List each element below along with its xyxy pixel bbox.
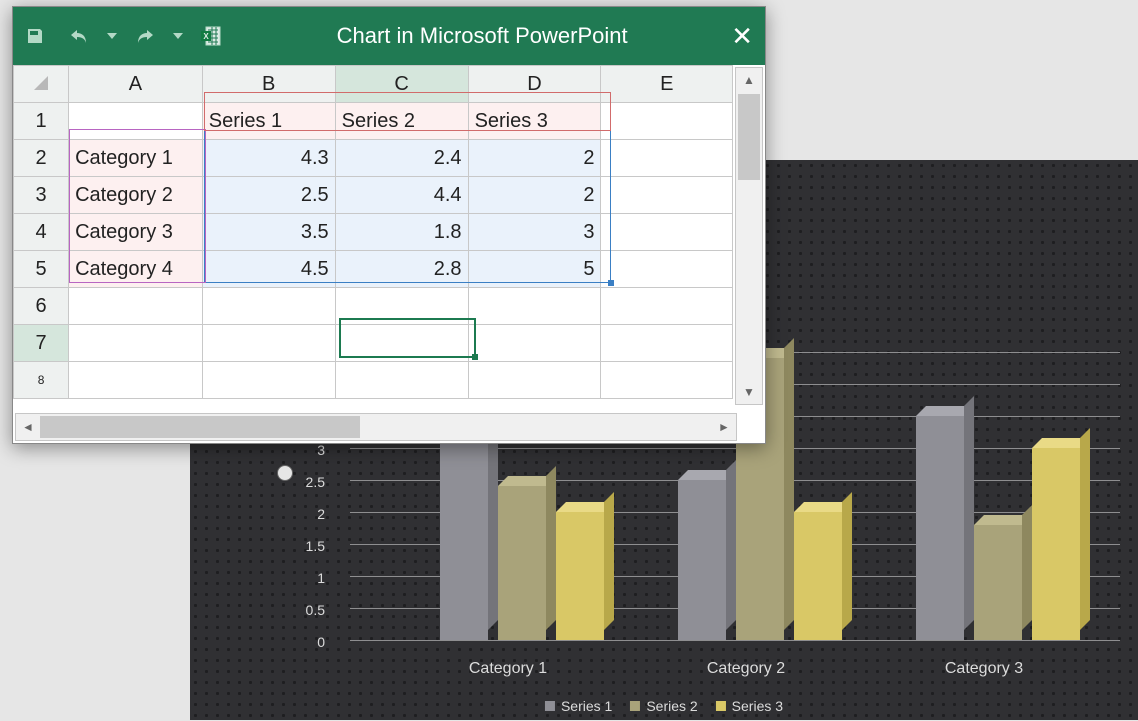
chart-bar-s3-c1[interactable] [556, 512, 604, 640]
titlebar[interactable]: X Chart in Microsoft PowerPoint ✕ [13, 7, 765, 65]
chart-bar-s2-c1[interactable] [498, 486, 546, 640]
spreadsheet-grid[interactable]: A B C D E 1 Series 1 Series 2 Series 3 2… [13, 65, 765, 405]
cell-D6[interactable] [468, 288, 601, 325]
cell-A6[interactable] [69, 288, 203, 325]
row-header-5[interactable]: 5 [14, 251, 69, 288]
legend-label: Series 2 [646, 698, 697, 714]
scroll-left-button[interactable]: ◄ [16, 414, 40, 440]
col-header-E[interactable]: E [601, 66, 733, 103]
col-header-B[interactable]: B [202, 66, 335, 103]
chart-bar-s3-c2[interactable] [794, 512, 842, 640]
cell-C1[interactable]: Series 2 [335, 103, 468, 140]
cell-D4[interactable]: 3 [468, 214, 601, 251]
cell-B7[interactable] [202, 325, 335, 362]
window-title: Chart in Microsoft PowerPoint [233, 23, 731, 49]
legend-swatch-s1 [545, 701, 555, 711]
close-button[interactable]: ✕ [731, 21, 753, 52]
cell-B1[interactable]: Series 1 [202, 103, 335, 140]
redo-button[interactable] [127, 18, 163, 54]
cell-A4[interactable]: Category 3 [69, 214, 203, 251]
cell-A3[interactable]: Category 2 [69, 177, 203, 214]
cell-A2[interactable]: Category 1 [69, 140, 203, 177]
row-header-3[interactable]: 3 [14, 177, 69, 214]
cell-B6[interactable] [202, 288, 335, 325]
undo-dropdown[interactable] [105, 18, 119, 54]
cell-B4[interactable]: 3.5 [202, 214, 335, 251]
cell-C7[interactable] [335, 325, 468, 362]
row-header-2[interactable]: 2 [14, 140, 69, 177]
chart-category-label: Category 3 [945, 660, 1023, 678]
cell-D3[interactable]: 2 [468, 177, 601, 214]
legend-label: Series 3 [732, 698, 783, 714]
row-header-7[interactable]: 7 [14, 325, 69, 362]
cell-E4[interactable] [601, 214, 733, 251]
legend-label: Series 1 [561, 698, 612, 714]
chart-bar-s1-c3[interactable] [916, 416, 964, 640]
chart-data-excel-window: X Chart in Microsoft PowerPoint ✕ A B C … [12, 6, 766, 444]
cell-E2[interactable] [601, 140, 733, 177]
horizontal-scroll-thumb[interactable] [40, 416, 360, 438]
scroll-down-button[interactable]: ▼ [736, 380, 762, 404]
select-all-corner[interactable] [14, 66, 69, 103]
cell-A1[interactable] [69, 103, 203, 140]
cell-A5[interactable]: Category 4 [69, 251, 203, 288]
cell-C2[interactable]: 2.4 [335, 140, 468, 177]
vertical-scrollbar[interactable]: ▲ ▼ [735, 67, 763, 405]
chart-bar-s1-c2[interactable] [678, 480, 726, 640]
cell-E5[interactable] [601, 251, 733, 288]
chart-bar-s3-c3[interactable] [1032, 448, 1080, 640]
row-header-6[interactable]: 6 [14, 288, 69, 325]
cell-E3[interactable] [601, 177, 733, 214]
row-header-4[interactable]: 4 [14, 214, 69, 251]
cell-D7[interactable] [468, 325, 601, 362]
chart-bar-s1-c1[interactable] [440, 430, 488, 640]
vertical-scroll-thumb[interactable] [738, 94, 760, 180]
save-button[interactable] [17, 18, 53, 54]
chart-bar-s2-c3[interactable] [974, 525, 1022, 640]
legend-swatch-s2 [630, 701, 640, 711]
legend-swatch-s3 [716, 701, 726, 711]
cell-A7[interactable] [69, 325, 203, 362]
cell-C4[interactable]: 1.8 [335, 214, 468, 251]
chart-category-label: Category 2 [707, 660, 785, 678]
excel-app-icon: X [193, 18, 229, 54]
cell-B2[interactable]: 4.3 [202, 140, 335, 177]
cell-C5[interactable]: 2.8 [335, 251, 468, 288]
cell-B5[interactable]: 4.5 [202, 251, 335, 288]
row-header-1[interactable]: 1 [14, 103, 69, 140]
row-header-8[interactable]: 8 [14, 362, 69, 399]
cell-E1[interactable] [601, 103, 733, 140]
cell-D2[interactable]: 2 [468, 140, 601, 177]
chart-legend[interactable]: Series 1 Series 2 Series 3 [545, 698, 783, 714]
cell-D1[interactable]: Series 3 [468, 103, 601, 140]
redo-dropdown[interactable] [171, 18, 185, 54]
col-header-D[interactable]: D [468, 66, 601, 103]
col-header-C[interactable]: C [335, 66, 468, 103]
cell-E7[interactable] [601, 325, 733, 362]
col-header-A[interactable]: A [69, 66, 203, 103]
horizontal-scrollbar[interactable]: ◄ ► [15, 413, 737, 441]
svg-text:X: X [203, 32, 209, 41]
scroll-up-button[interactable]: ▲ [736, 68, 762, 92]
cell-E6[interactable] [601, 288, 733, 325]
undo-button[interactable] [61, 18, 97, 54]
scroll-right-button[interactable]: ► [712, 414, 736, 440]
cell-B3[interactable]: 2.5 [202, 177, 335, 214]
chart-category-label: Category 1 [469, 660, 547, 678]
chart-gridline [350, 640, 1120, 641]
cell-C3[interactable]: 4.4 [335, 177, 468, 214]
cell-C6[interactable] [335, 288, 468, 325]
cell-D5[interactable]: 5 [468, 251, 601, 288]
